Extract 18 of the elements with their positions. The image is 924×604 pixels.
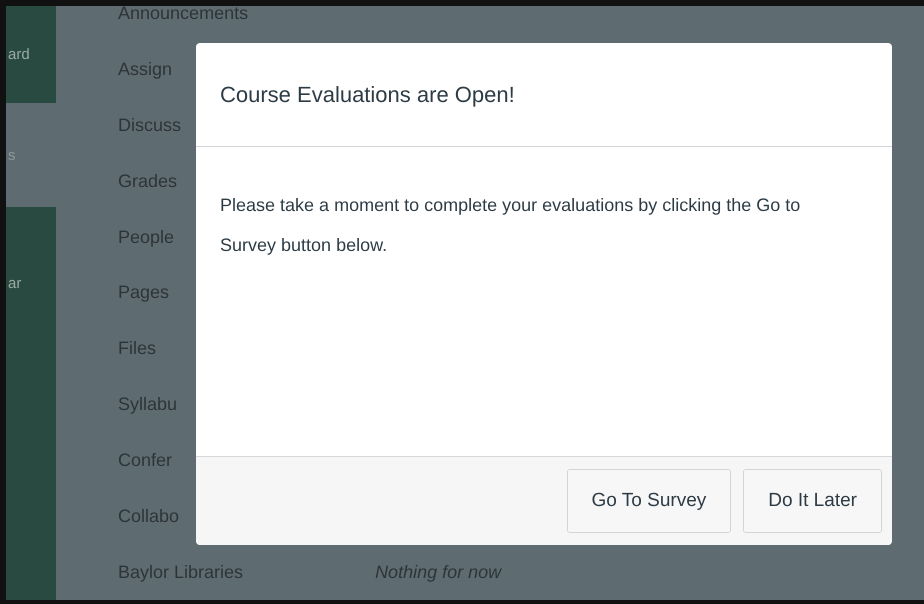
- nav-item[interactable]: ard: [6, 6, 56, 103]
- dialog-message: Please take a moment to complete your evaluations by clicking the Go to Survey button below.: [220, 194, 802, 257]
- course-nav-link[interactable]: Baylor Libraries: [118, 562, 244, 583]
- status-text: Nothing for now: [375, 562, 502, 583]
- dialog-button[interactable]: Do It Later: [743, 469, 882, 533]
- course-nav-link[interactable]: Syllabu: [118, 394, 178, 416]
- course-nav-link[interactable]: Confer: [118, 450, 172, 471]
- course-nav-link[interactable]: Files: [118, 338, 156, 360]
- course-nav-link[interactable]: Discuss: [118, 115, 182, 136]
- dialog-button[interactable]: Go To Survey: [566, 469, 732, 533]
- course-nav-link[interactable]: Announcements: [118, 6, 248, 24]
- course-nav-link[interactable]: Grades: [118, 170, 178, 192]
- nav-item[interactable]: ar: [6, 207, 56, 600]
- course-nav-link[interactable]: Collabo: [118, 506, 180, 527]
- course-nav-link[interactable]: Assign: [118, 59, 172, 80]
- dialog-title: Course Evaluations are Open!: [220, 82, 515, 108]
- course-nav-link[interactable]: Pages: [118, 282, 170, 304]
- course-nav-link[interactable]: People: [118, 226, 174, 248]
